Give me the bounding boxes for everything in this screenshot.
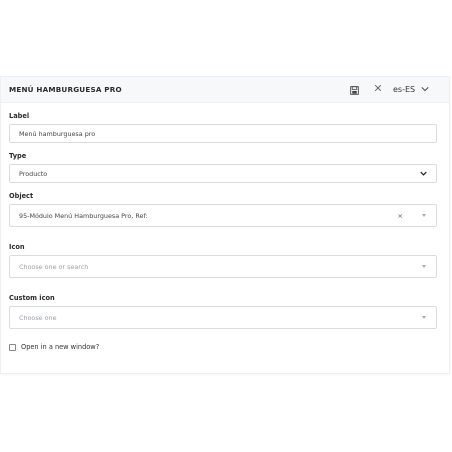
new-window-label[interactable]: Open in a new window? [21, 343, 99, 351]
type-select-value: Producto [19, 169, 48, 178]
label-input[interactable]: Menú hamburguesa pro [9, 124, 437, 143]
save-button[interactable] [343, 81, 365, 99]
close-icon [374, 84, 382, 95]
object-select-value: 95-Módulo Menú Hamburguesa Pro, Ref: [19, 211, 148, 220]
custom-icon-select-placeholder: Choose one [19, 313, 57, 322]
caret-down-icon [421, 264, 427, 270]
new-window-checkbox[interactable] [9, 343, 16, 351]
object-field-label: Object [9, 192, 34, 200]
language-select[interactable]: es-ES [393, 85, 443, 94]
label-field-label: Label [9, 112, 30, 120]
close-button[interactable] [367, 81, 389, 99]
language-value: es-ES [393, 85, 416, 94]
icon-select[interactable]: Choose one or search [9, 255, 437, 278]
chevron-down-icon [420, 170, 427, 178]
new-window-option: Open in a new window? [9, 343, 437, 351]
chevron-down-icon [421, 85, 429, 94]
icon-field-label: Icon [9, 243, 25, 251]
menu-item-panel: MENÚ HAMBURGUESA PRO es-ES Label Menú ha… [0, 76, 450, 374]
caret-down-icon [421, 315, 427, 321]
icon-select-placeholder: Choose one or search [19, 262, 89, 271]
type-select[interactable]: Producto [9, 164, 437, 183]
panel-title: MENÚ HAMBURGUESA PRO [9, 85, 122, 94]
object-select[interactable]: 95-Módulo Menú Hamburguesa Pro, Ref: × [9, 204, 437, 227]
label-input-value: Menú hamburguesa pro [19, 129, 96, 138]
custom-icon-field-label: Custom icon [9, 294, 55, 302]
custom-icon-select[interactable]: Choose one [9, 306, 437, 329]
save-icon [349, 80, 359, 99]
panel-header: MENÚ HAMBURGUESA PRO es-ES [1, 77, 449, 103]
caret-down-icon [421, 213, 427, 219]
type-field-label: Type [9, 152, 27, 160]
clear-icon[interactable]: × [398, 212, 403, 220]
